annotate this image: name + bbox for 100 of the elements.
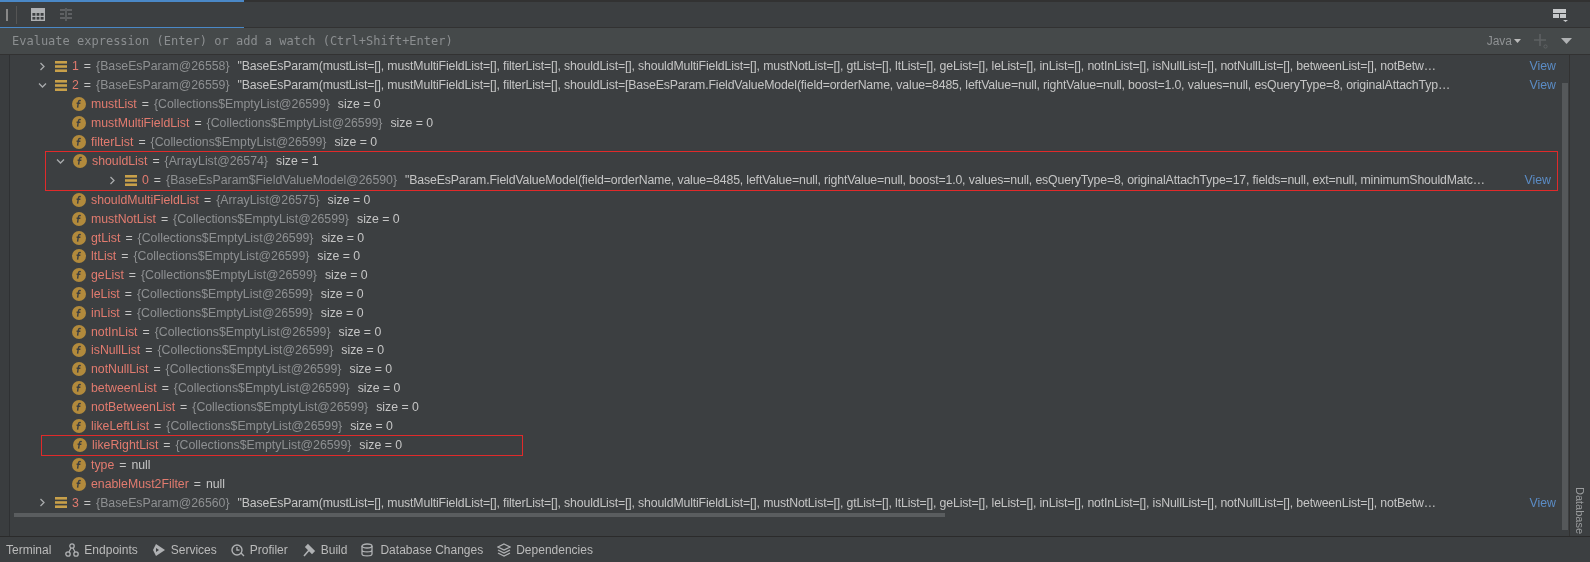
tool-window-tab[interactable]: Terminal: [4, 540, 60, 559]
value-text: null: [205, 476, 226, 491]
field-icon: [72, 134, 86, 149]
dropdown-icon[interactable]: [1561, 38, 1572, 44]
variable-name: likeRightList: [92, 438, 159, 453]
equals-sign: =: [154, 418, 162, 433]
size-label: size = 0: [317, 249, 361, 264]
equals-sign: =: [83, 495, 92, 510]
variable-name: gtList: [91, 230, 121, 245]
type-label: {Collections$EmptyList@26599}: [166, 418, 343, 433]
table-icon[interactable]: [31, 8, 45, 21]
equals-sign: =: [160, 211, 169, 226]
type-label: {Collections$EmptyList@26599}: [157, 343, 334, 358]
value-text: null: [131, 458, 151, 473]
equals-sign: =: [145, 343, 153, 358]
equals-sign: =: [193, 476, 201, 491]
size-label: size = 0: [376, 399, 419, 414]
field-icon: [72, 418, 86, 433]
variable-name: mustNotList: [91, 211, 156, 226]
size-label: size = 0: [321, 230, 365, 245]
size-label: size = 0: [320, 305, 364, 320]
equals-sign: =: [142, 324, 150, 339]
equals-sign: =: [152, 154, 160, 169]
tool-window-tab[interactable]: Database Changes: [359, 540, 492, 559]
field-icon: [72, 115, 86, 130]
equals-sign: =: [204, 192, 212, 207]
scrollbar[interactable]: [1562, 83, 1568, 530]
variable-name: mustMultiFieldList: [91, 115, 190, 130]
value-text: "BaseEsParam(mustList=[], mustMultiFieldList=[], filterList=[], shouldList=[], shouldMultiFieldList=[], mustNotList=[], gtList=[], ltList=[], geList=[], leList=[], inList=[], notInList=[], isNullList=[], notNullList=[], betweenList=[], notBetw…: [237, 495, 1436, 510]
equals-sign: =: [124, 305, 132, 320]
size-label: size = 0: [327, 192, 371, 207]
database-icon: [361, 542, 376, 557]
layers-icon: [497, 542, 512, 557]
field-icon: [72, 268, 86, 283]
field-icon: [72, 305, 86, 320]
field-icon: [72, 324, 86, 339]
variable-name: leList: [91, 286, 120, 301]
expression-bar[interactable]: Evaluate expression (Enter) or add a watch (Ctrl+Shift+Enter) Java: [0, 28, 1590, 55]
type-label: {Collections$EmptyList@26599}: [165, 362, 342, 377]
type-label: {Collections$EmptyList@26599}: [173, 380, 350, 395]
view-link[interactable]: View: [1524, 173, 1551, 188]
type-label: {Collections$EmptyList@26599}: [136, 286, 313, 301]
variable-name: 3: [72, 495, 79, 510]
variable-name: mustList: [91, 97, 137, 111]
scrollbar[interactable]: [14, 513, 946, 518]
type-label: {Collections$EmptyList@26599}: [141, 268, 317, 283]
equals-sign: =: [125, 230, 133, 245]
size-label: size = 0: [390, 115, 434, 130]
side-panel-tab[interactable]: Database: [1574, 486, 1586, 534]
variable-name: notNullList: [91, 362, 149, 377]
type-label: {Collections$EmptyList@26599}: [175, 438, 352, 453]
equals-sign: =: [153, 362, 161, 377]
size-label: size = 0: [320, 286, 364, 301]
field-icon: [73, 154, 87, 169]
variable-name: inList: [91, 305, 120, 320]
value-text: "BaseEsParam(mustList=[], mustMultiFieldList=[], filterList=[], shouldList=[], shouldMultiFieldList=[], mustNotList=[], gtList=[], ltList=[], geList=[], leList=[], inList=[], notInList=[], isNullList=[], notNullList=[], betweenList=[], notBetw…: [237, 59, 1436, 74]
type-label: {Collections$EmptyList@26599}: [173, 211, 349, 226]
type-label: {Collections$EmptyList@26599}: [150, 134, 327, 149]
tool-window-tab[interactable]: Dependencies: [495, 540, 601, 559]
type-label: {BaseEsParam@26559}: [96, 78, 230, 93]
equals-sign: =: [119, 458, 127, 473]
equals-sign: =: [83, 59, 92, 74]
nodes-icon: [65, 542, 80, 557]
type-label: {Collections$EmptyList@26599}: [137, 230, 314, 245]
size-label: size = 1: [276, 154, 319, 169]
size-label: size = 0: [334, 134, 378, 149]
field-icon: [72, 97, 86, 111]
variable-name: betweenList: [91, 380, 157, 395]
size-label: size = 0: [359, 438, 403, 453]
language-dropdown[interactable]: Java: [1486, 34, 1521, 48]
field-icon: [72, 476, 86, 491]
view-link[interactable]: View: [1529, 78, 1556, 93]
equals-sign: =: [121, 249, 129, 264]
equals-sign: =: [83, 78, 92, 93]
size-label: size = 0: [338, 324, 382, 339]
size-label: size = 0: [324, 268, 368, 283]
layout-icon[interactable]: [1553, 7, 1568, 22]
field-icon: [72, 249, 86, 264]
variable-name: likeLeftList: [91, 418, 150, 433]
tool-window-tab[interactable]: Endpoints: [63, 540, 146, 559]
view-link[interactable]: View: [1529, 59, 1556, 74]
equals-sign: =: [161, 380, 169, 395]
tool-window-tab[interactable]: Profiler: [228, 540, 296, 559]
tool-window-tab[interactable]: Services: [149, 540, 225, 559]
size-label: size = 0: [357, 211, 400, 226]
variable-name: 1: [72, 59, 79, 74]
tool-window-tab[interactable]: Build: [299, 540, 356, 559]
field-icon: [72, 211, 86, 226]
array-element-icon: [55, 60, 67, 72]
type-label: {Collections$EmptyList@26599}: [154, 324, 331, 339]
field-icon: [72, 230, 86, 245]
equals-sign: =: [163, 438, 171, 453]
equals-sign: =: [128, 268, 136, 283]
field-icon: [72, 192, 86, 207]
array-element-icon: [125, 174, 137, 186]
variable-name: shouldList: [92, 154, 148, 169]
type-label: {BaseEsParam@26560}: [96, 495, 230, 510]
array-element-icon: [55, 79, 67, 91]
view-link[interactable]: View: [1529, 495, 1556, 510]
caret-icon: [1514, 39, 1521, 43]
